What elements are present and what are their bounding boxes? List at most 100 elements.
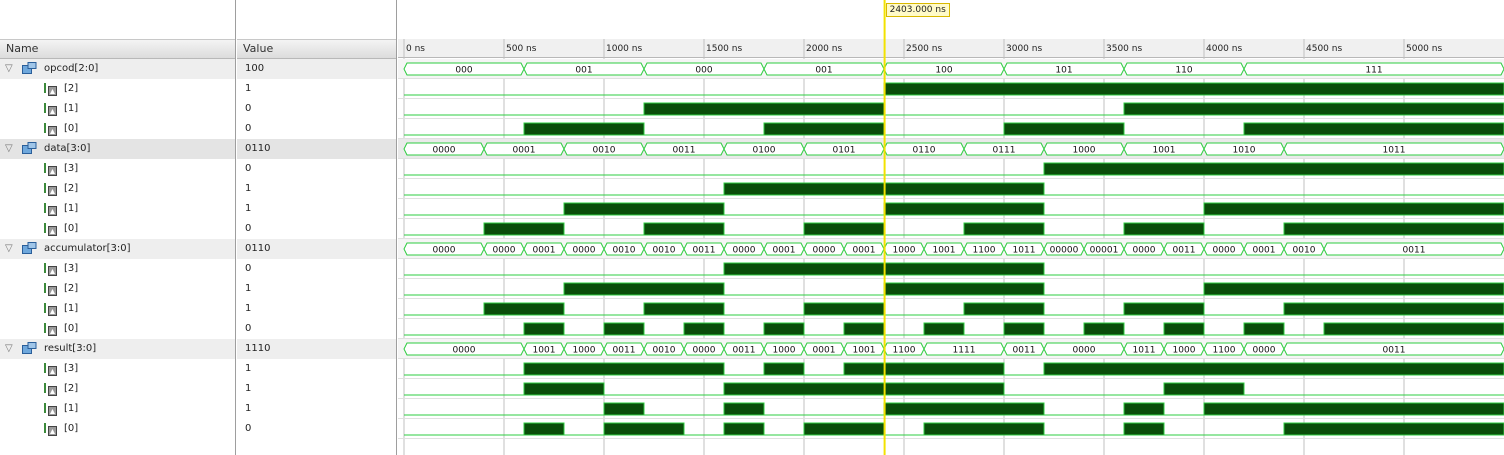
bit-high-pulse — [523, 362, 725, 376]
bit-high-pulse — [1323, 322, 1504, 336]
bit-value-row[interactable]: 0 — [237, 259, 396, 279]
bit-high-pulse — [523, 422, 565, 436]
bit-name: [2] — [64, 383, 79, 394]
timeline-tick-label: 2000 ns — [806, 44, 842, 54]
signal-row-bit[interactable]: [2] — [0, 279, 235, 299]
bit-value-row[interactable]: 0 — [237, 119, 396, 139]
bit-value-row[interactable]: 0 — [237, 159, 396, 179]
value-pane: Value 100 1 0 0 0110 0 1 1 0 0110 0 1 1 0 1110 1 1 1 0 — [237, 0, 397, 455]
bit-high-pulse — [683, 322, 725, 336]
waveform-canvas[interactable]: 0 ns 500 ns 1000 ns 1500 ns 2000 ns 2500 ns 30… — [398, 0, 1504, 455]
bus-segment-value: 00001 — [1090, 246, 1119, 256]
bit-name: [3] — [64, 263, 79, 274]
bus-segment-value: 0011 — [673, 146, 696, 156]
value-column-header[interactable]: Value — [237, 39, 396, 59]
signal-value-row[interactable]: 1110 — [237, 339, 396, 359]
name-column-header[interactable]: Name — [0, 39, 235, 59]
bit-value-row[interactable]: 1 — [237, 79, 396, 99]
bus-segment-value: 000 — [695, 66, 712, 76]
signal-row-bit[interactable]: [0] — [0, 119, 235, 139]
bit-high-pulse — [1163, 382, 1245, 396]
signal-row-bit[interactable]: [1] — [0, 399, 235, 419]
bit-name: [1] — [64, 403, 79, 414]
signal-row-bit[interactable]: [3] — [0, 259, 235, 279]
bus-segment-value: 0001 — [773, 246, 796, 256]
bus-segment-value: 0001 — [853, 246, 876, 256]
bit-value-row[interactable]: 0 — [237, 219, 396, 239]
signal-row-bus[interactable]: ▽ result[3:0] — [0, 339, 235, 359]
bit-value-row[interactable]: 1 — [237, 299, 396, 319]
bus-segment-value: 0000 — [733, 246, 756, 256]
bit-high-pulse — [1123, 222, 1205, 236]
bus-segment-value: 0011 — [1173, 246, 1196, 256]
expand-toggle-icon: ▽ — [5, 143, 13, 154]
bit-high-pulse — [1163, 322, 1205, 336]
bus-segment-value: 0011 — [693, 246, 716, 256]
bus-segment-value: 0010 — [1293, 246, 1316, 256]
timeline-tick-label: 3000 ns — [1006, 44, 1042, 54]
bit-name: [1] — [64, 303, 79, 314]
bit-value-row[interactable]: 0 — [237, 419, 396, 439]
signal-row-bit[interactable]: [2] — [0, 379, 235, 399]
name-pane: Name ▽ opcod[2:0] [2] [1] [0] ▽ data[3:0] [3] [2… — [0, 0, 236, 455]
signal-row-bus[interactable]: ▽ accumulator[3:0] — [0, 239, 235, 259]
bit-signal-icon — [44, 381, 58, 397]
bit-value: 0 — [245, 163, 252, 174]
bit-name: [3] — [64, 363, 79, 374]
signal-row-bit[interactable]: [2] — [0, 179, 235, 199]
signal-value-row[interactable]: 0110 — [237, 239, 396, 259]
bit-value-row[interactable]: 1 — [237, 399, 396, 419]
bus-segment-value: 101 — [1055, 66, 1072, 76]
signal-row-bit[interactable]: [1] — [0, 199, 235, 219]
signal-row-bit[interactable]: [3] — [0, 359, 235, 379]
bit-signal-icon — [44, 281, 58, 297]
bit-value-row[interactable]: 1 — [237, 359, 396, 379]
signal-row-bit[interactable]: [1] — [0, 299, 235, 319]
bit-value-row[interactable]: 1 — [237, 279, 396, 299]
signal-value-row[interactable]: 0110 — [237, 139, 396, 159]
bit-high-pulse — [923, 322, 965, 336]
signal-row-bus[interactable]: ▽ opcod[2:0] — [0, 59, 235, 79]
bit-high-pulse — [883, 402, 1045, 416]
bit-value-row[interactable]: 1 — [237, 199, 396, 219]
signal-row-bit[interactable]: [0] — [0, 419, 235, 439]
bit-high-pulse — [643, 102, 885, 116]
bit-high-pulse — [763, 362, 805, 376]
bus-segment-value: 0111 — [993, 146, 1016, 156]
signal-row-bit[interactable]: [2] — [0, 79, 235, 99]
signal-row-bit[interactable]: [3] — [0, 159, 235, 179]
signal-row-bus[interactable]: ▽ data[3:0] — [0, 139, 235, 159]
bit-high-pulse — [1083, 322, 1125, 336]
bit-value-row[interactable]: 1 — [237, 379, 396, 399]
bus-segment-value: 0001 — [513, 146, 536, 156]
bus-segment-value: 0000 — [453, 346, 476, 356]
waveform-pane[interactable]: 0 ns 500 ns 1000 ns 1500 ns 2000 ns 2500 ns 30… — [398, 0, 1504, 455]
bus-segment-value: 100 — [935, 66, 952, 76]
timeline-tick-label: 3500 ns — [1106, 44, 1142, 54]
bit-high-pulse — [723, 422, 765, 436]
bit-value: 1 — [245, 403, 252, 414]
bit-high-pulse — [963, 302, 1045, 316]
bit-value-row[interactable]: 0 — [237, 99, 396, 119]
bit-name: [0] — [64, 323, 79, 334]
bus-segment-value: 1111 — [953, 346, 976, 356]
bit-value: 1 — [245, 283, 252, 294]
bus-segment-value: 1000 — [1073, 146, 1096, 156]
cursor-time-label[interactable]: 2403.000 ns — [885, 3, 950, 17]
signal-row-bit[interactable]: [0] — [0, 219, 235, 239]
bit-value-row[interactable]: 0 — [237, 319, 396, 339]
bit-high-pulse — [803, 222, 885, 236]
signal-value-row[interactable]: 100 — [237, 59, 396, 79]
bit-high-pulse — [803, 302, 885, 316]
bus-segment-value: 1001 — [1153, 146, 1176, 156]
signal-row-bit[interactable]: [1] — [0, 99, 235, 119]
bus-segment-value: 0000 — [1213, 246, 1236, 256]
bus-segment-value: 0011 — [1383, 346, 1406, 356]
bit-value-row[interactable]: 1 — [237, 179, 396, 199]
bus-segment-value: 0011 — [1013, 346, 1036, 356]
bit-name: [1] — [64, 203, 79, 214]
bit-high-pulse — [1203, 282, 1504, 296]
bit-signal-icon — [44, 301, 58, 317]
bit-signal-icon — [44, 321, 58, 337]
signal-row-bit[interactable]: [0] — [0, 319, 235, 339]
